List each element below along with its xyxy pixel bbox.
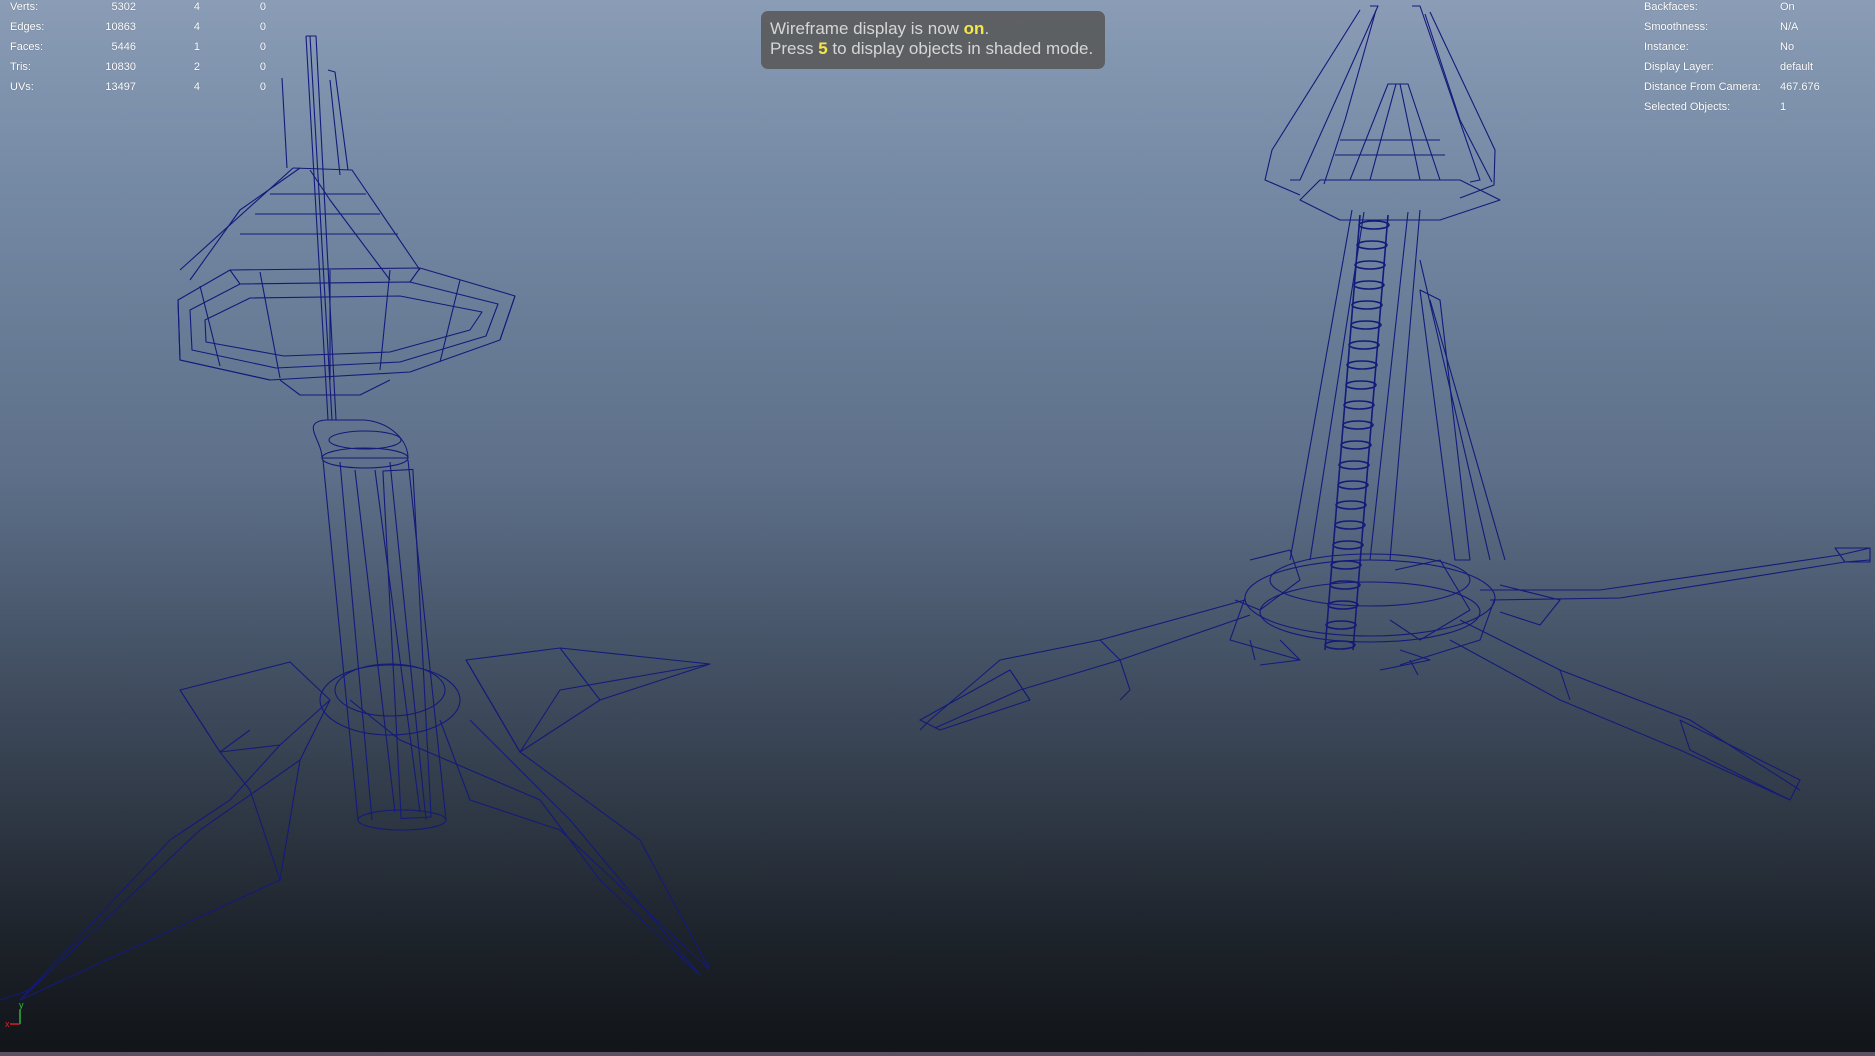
hud-label: Distance From Camera: xyxy=(1644,81,1761,93)
hud-label: Verts: xyxy=(10,1,39,13)
hud-label: Tris: xyxy=(10,61,31,73)
hud-label: Selected Objects: xyxy=(1644,101,1731,113)
hud-row-instance: Instance: No xyxy=(1644,37,1870,57)
hud-label: Instance: xyxy=(1644,41,1689,53)
left-tower-wireframe[interactable] xyxy=(19,35,711,1001)
object-details-hud: Backfaces: On Smoothness: N/A Instance: … xyxy=(1644,0,1870,117)
hud-value: 0 xyxy=(259,81,266,93)
hud-value: 1 xyxy=(193,41,200,53)
axis-gizmo: y x xyxy=(5,1000,24,1029)
y-axis-label: y xyxy=(19,1000,24,1010)
coil-column xyxy=(1324,214,1390,651)
hud-row-verts: Verts: 5302 4 0 xyxy=(10,0,266,17)
hud-row-backfaces: Backfaces: On xyxy=(1644,0,1870,17)
message-highlight: on xyxy=(963,19,985,38)
right-tower-wireframe[interactable] xyxy=(919,5,1871,801)
hud-label: UVs: xyxy=(10,81,34,93)
hud-row-edges: Edges: 10863 4 0 xyxy=(10,17,266,37)
hud-value: 0 xyxy=(259,61,266,73)
hud-value: No xyxy=(1780,41,1795,53)
viewport-bottom-border xyxy=(0,1052,1875,1056)
wireframe-scene[interactable] xyxy=(0,0,1875,1056)
hud-label: Edges: xyxy=(10,21,45,33)
hud-value: 4 xyxy=(193,1,200,13)
message-line-1: Wireframe display is now on. xyxy=(770,19,1096,39)
hud-label: Faces: xyxy=(10,41,44,53)
maya-viewport[interactable]: Verts: 5302 4 0 Edges: 10863 4 0 Faces: … xyxy=(0,0,1875,1056)
message-hotkey: 5 xyxy=(818,39,828,58)
hud-label: Backfaces: xyxy=(1644,1,1698,13)
message-text: Press xyxy=(770,39,819,58)
x-axis-label: x xyxy=(5,1019,10,1029)
hud-value: 0 xyxy=(259,41,266,53)
message-line-2: Press 5 to display objects in shaded mod… xyxy=(770,39,1096,59)
hud-row-tris: Tris: 10830 2 0 xyxy=(10,57,266,77)
hud-row-uvs: UVs: 13497 4 0 xyxy=(10,77,266,97)
hud-value: 5302 xyxy=(111,1,136,13)
wireframe-status-message: Wireframe display is now on. Press 5 to … xyxy=(761,11,1105,69)
hud-row-smoothness: Smoothness: N/A xyxy=(1644,17,1870,37)
hud-value: N/A xyxy=(1780,21,1799,33)
hud-value: 1 xyxy=(1780,101,1787,113)
hud-label: Display Layer: xyxy=(1644,61,1714,73)
hud-value: 10830 xyxy=(105,61,136,73)
hud-value: On xyxy=(1780,1,1795,13)
poly-count-hud: Verts: 5302 4 0 Edges: 10863 4 0 Faces: … xyxy=(10,0,266,97)
hud-value: 13497 xyxy=(105,81,136,93)
message-text: . xyxy=(984,19,990,38)
hud-label: Smoothness: xyxy=(1644,21,1709,33)
hud-row-faces: Faces: 5446 1 0 xyxy=(10,37,266,57)
message-text: to display objects in shaded mode. xyxy=(827,39,1094,58)
hud-value: 467.676 xyxy=(1780,81,1820,93)
hud-value: 0 xyxy=(259,21,266,33)
hud-value: 5446 xyxy=(111,41,136,53)
hud-row-display-layer: Display Layer: default xyxy=(1644,57,1870,77)
hud-value: 4 xyxy=(193,81,200,93)
hud-value: 0 xyxy=(259,1,266,13)
message-text: Wireframe display is now xyxy=(770,19,964,38)
hud-value: default xyxy=(1780,61,1814,73)
hud-value: 4 xyxy=(193,21,200,33)
hud-row-distance: Distance From Camera: 467.676 xyxy=(1644,77,1870,97)
hud-row-selected-objects: Selected Objects: 1 xyxy=(1644,97,1870,117)
hud-value: 2 xyxy=(193,61,200,73)
hud-value: 10863 xyxy=(105,21,136,33)
